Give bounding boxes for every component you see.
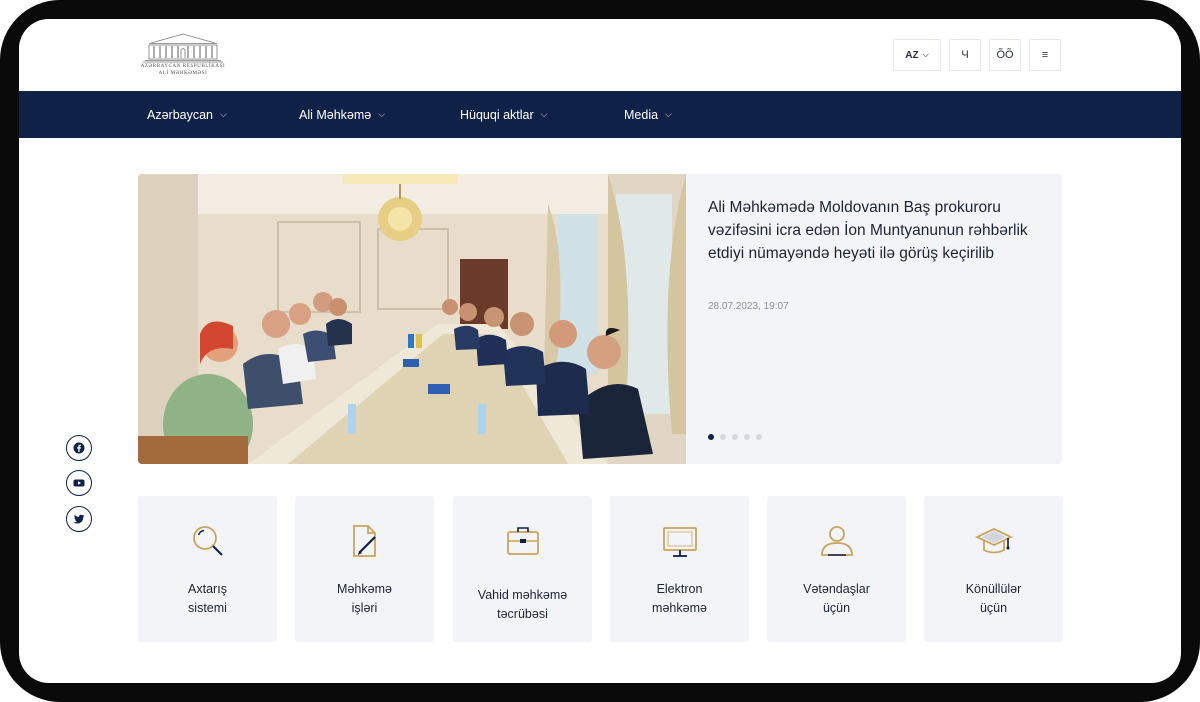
menu-button[interactable]: ≡ (1029, 39, 1061, 71)
browser-viewport: AZƏRBAYCAN RESPUBLİKASI ALİ MƏHKƏMƏSİ AZ… (19, 19, 1181, 683)
slider-dot-2[interactable] (720, 434, 726, 440)
nav-item-label: Azərbaycan (147, 107, 214, 122)
nav-item-label: Media (624, 107, 659, 122)
service-card-vahid-mehkeme[interactable]: Vahid məhkəmə təcrübəsi (453, 496, 592, 642)
service-card-elektron-mehkeme[interactable]: Elektron məhkəmə (610, 496, 749, 642)
chevron-down-icon: ⌵ (540, 109, 548, 119)
site-header: AZƏRBAYCAN RESPUBLİKASI ALİ MƏHKƏMƏSİ AZ… (19, 19, 1181, 91)
youtube-link[interactable] (66, 470, 92, 496)
court-building-icon (143, 33, 223, 63)
slider-dot-3[interactable] (732, 434, 738, 440)
chevron-down-icon: ⌵ (665, 109, 672, 119)
slider-dot-1[interactable] (708, 434, 714, 440)
slider-pagination (708, 434, 762, 440)
search-icon: Ч (961, 49, 969, 61)
service-label-line2: üçün (822, 601, 851, 615)
service-card-vetendaslar[interactable]: Vətəndaşlar üçün (767, 496, 906, 642)
news-headline[interactable]: Ali Məhkəmədə Moldovanın Baş prokuroru v… (708, 196, 1044, 265)
service-label-line2: işləri (351, 601, 378, 615)
service-label-line2: məhkəmə (652, 601, 707, 615)
graduation-cap-icon (974, 528, 1013, 554)
twitter-icon (73, 514, 85, 524)
news-date: 28.07.2023, 19:07 (708, 301, 789, 312)
chevron-down-icon: ⌵ (220, 109, 227, 119)
chevron-down-icon: ⌵ (922, 50, 929, 59)
service-label-line1: Məhkəmə (337, 582, 392, 596)
user-icon (820, 526, 853, 556)
nav-item-azerbaycan[interactable]: Azərbaycan ⌵ (147, 91, 227, 138)
language-label: AZ (905, 49, 919, 61)
twitter-link[interactable] (66, 506, 92, 532)
monitor-icon (662, 527, 697, 557)
service-label-line1: Vətəndaşlar (803, 582, 870, 596)
service-label-line1: Vahid məhkəmə (477, 588, 568, 602)
hamburger-menu-icon: ≡ (1041, 49, 1049, 61)
service-card-mehkeme-isleri[interactable]: Məhkəmə işləri (295, 496, 434, 642)
service-card-axtaris[interactable]: Axtarış sistemi (138, 496, 277, 642)
youtube-icon (73, 479, 85, 487)
nav-item-label: Hüquqi aktlar (460, 107, 534, 122)
main-navigation: Azərbaycan ⌵ Ali Məhkəmə ⌵ Hüquqi aktlar… (19, 91, 1181, 138)
logo-text-line2: ALİ MƏHKƏMƏSİ (158, 71, 208, 76)
service-label-line1: Axtarış (188, 582, 227, 596)
logo-text-line1: AZƏRBAYCAN RESPUBLİKASI (140, 64, 226, 69)
accessibility-button[interactable]: ÕÕ (989, 39, 1021, 71)
service-label-line1: Könüllülər (965, 582, 1022, 596)
news-slider: Ali Məhkəmədə Moldovanın Baş prokuroru v… (138, 174, 1062, 464)
document-edit-icon (352, 525, 376, 557)
service-label-line2: təcrübəsi (497, 607, 548, 621)
facebook-icon (73, 442, 85, 454)
header-tools: AZ ⌵ Ч ÕÕ ≡ (893, 39, 1061, 71)
service-card-konulluler[interactable]: Könüllülər üçün (924, 496, 1063, 642)
news-photo[interactable] (138, 174, 686, 464)
service-label-line2: sistemi (188, 601, 227, 615)
slider-dot-4[interactable] (744, 434, 750, 440)
nav-item-label: Ali Məhkəmə (299, 107, 372, 122)
language-select[interactable]: AZ ⌵ (893, 39, 941, 71)
chevron-down-icon: ⌵ (378, 109, 386, 119)
slider-dot-5[interactable] (756, 434, 762, 440)
site-logo[interactable]: AZƏRBAYCAN RESPUBLİKASI ALİ MƏHKƏMƏSİ (137, 31, 229, 79)
service-label-line1: Elektron (656, 582, 703, 596)
briefcase-icon (506, 527, 539, 555)
service-label-line2: üçün (979, 601, 1008, 615)
meeting-room-image (138, 174, 686, 464)
glasses-icon: ÕÕ (996, 49, 1014, 61)
nav-item-media[interactable]: Media ⌵ (624, 91, 672, 138)
device-frame: AZƏRBAYCAN RESPUBLİKASI ALİ MƏHKƏMƏSİ AZ… (0, 0, 1200, 702)
search-button[interactable]: Ч (949, 39, 981, 71)
facebook-link[interactable] (66, 435, 92, 461)
nav-item-huquqi-aktlar[interactable]: Hüquqi aktlar ⌵ (460, 91, 547, 138)
nav-item-ali-mehkeme[interactable]: Ali Məhkəmə ⌵ (299, 91, 385, 138)
search-icon (192, 526, 223, 556)
